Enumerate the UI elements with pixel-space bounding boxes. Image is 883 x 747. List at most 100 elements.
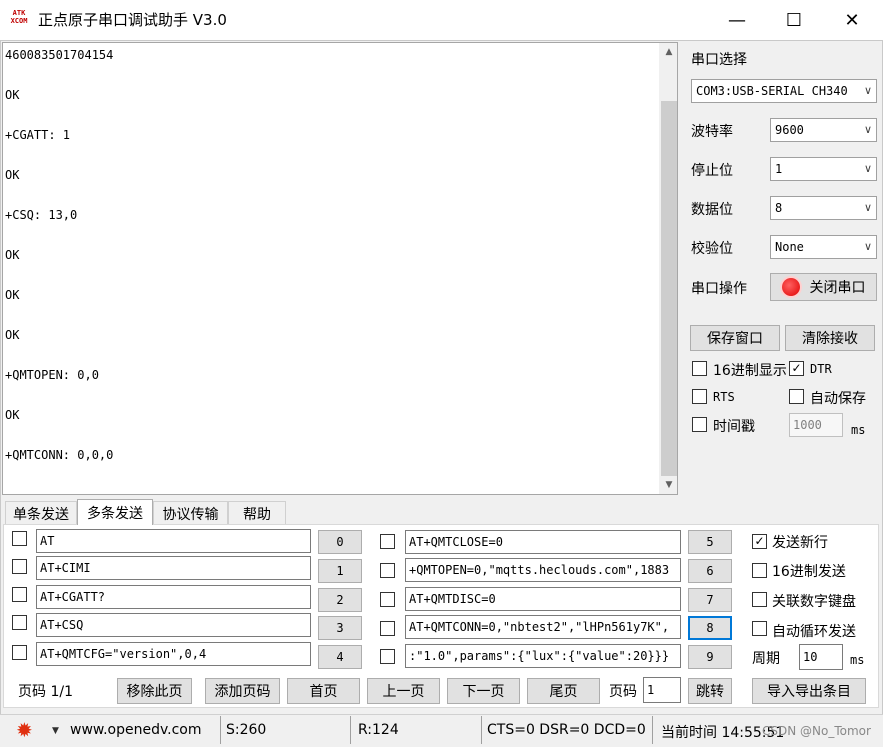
parity-value: None [775, 240, 804, 254]
command-input-7[interactable]: AT+QMTDISC=0 [405, 587, 681, 611]
send-button-8[interactable]: 8 [688, 616, 732, 640]
timestamp-unit: ms [851, 423, 866, 437]
send-row-checkbox-5[interactable] [380, 534, 395, 549]
send-button-7[interactable]: 7 [688, 588, 732, 612]
stop-bits-value: 1 [775, 162, 783, 176]
scroll-down-icon[interactable]: ▼ [659, 476, 677, 494]
scroll-up-icon[interactable]: ▲ [659, 43, 677, 61]
prev-page-button[interactable]: 上一页 [367, 678, 440, 704]
send-row-checkbox-6[interactable] [380, 563, 395, 578]
hex-display-label: 16进制显示 [713, 363, 787, 379]
tab-multi-send[interactable]: 多条发送 [77, 499, 153, 525]
receive-textarea[interactable]: 460083501704154 OK +CGATT: 1 OK +CSQ: 13… [2, 42, 678, 495]
command-input-6[interactable]: +QMTOPEN=0,"mqtts.heclouds.com",1883 [405, 558, 681, 582]
send-button-6[interactable]: 6 [688, 559, 732, 583]
port-select-value: COM3:USB-SERIAL CH340 [696, 84, 848, 98]
status-divider [481, 716, 482, 744]
baud-value: 9600 [775, 123, 804, 137]
data-bits-select[interactable]: 8 ∨ [770, 196, 877, 220]
status-divider [652, 716, 653, 744]
dtr-checkbox[interactable] [789, 361, 804, 376]
command-input-9[interactable]: :"1.0",params":{"lux":{"value":20}}} [405, 644, 681, 668]
baud-select[interactable]: 9600 ∨ [770, 118, 877, 142]
command-input-4[interactable]: AT+QMTCFG="version",0,4 [36, 642, 311, 666]
next-page-button[interactable]: 下一页 [447, 678, 520, 704]
command-input-0[interactable]: AT [36, 529, 311, 553]
add-page-button[interactable]: 添加页码 [205, 678, 280, 704]
minimize-button[interactable]: — [708, 0, 766, 40]
link-keypad-label: 关联数字键盘 [772, 594, 856, 610]
scroll-thumb[interactable] [661, 101, 677, 476]
send-button-5[interactable]: 5 [688, 530, 732, 554]
send-button-9[interactable]: 9 [688, 645, 732, 669]
send-button-1[interactable]: 1 [318, 559, 362, 583]
rts-checkbox[interactable] [692, 389, 707, 404]
watermark: CSDN @No_Tomor [762, 724, 871, 738]
caret-down-icon[interactable]: ▼ [52, 726, 59, 736]
close-port-button[interactable]: 关闭串口 [770, 273, 877, 301]
auto-save-checkbox[interactable] [789, 389, 804, 404]
line-status: CTS=0 DSR=0 DCD=0 [487, 722, 646, 738]
send-button-2[interactable]: 2 [318, 588, 362, 612]
auto-loop-checkbox[interactable] [752, 621, 767, 636]
port-select[interactable]: COM3:USB-SERIAL CH340 ∨ [691, 79, 877, 103]
timestamp-checkbox[interactable] [692, 417, 707, 432]
port-select-label: 串口选择 [691, 52, 747, 68]
clear-receive-button[interactable]: 清除接收 [785, 325, 875, 351]
last-page-button[interactable]: 尾页 [527, 678, 600, 704]
send-row-checkbox-1[interactable] [12, 559, 27, 574]
rts-label: RTS [713, 390, 735, 404]
maximize-button[interactable]: ☐ [765, 0, 823, 40]
command-input-8[interactable]: AT+QMTCONN=0,"nbtest2","lHPn561y7K", [405, 615, 681, 639]
command-input-1[interactable]: AT+CIMI [36, 556, 311, 580]
baud-label: 波特率 [691, 124, 733, 140]
stop-bits-select[interactable]: 1 ∨ [770, 157, 877, 181]
tab-protocol[interactable]: 协议传输 [153, 501, 228, 525]
tab-help[interactable]: 帮助 [228, 501, 286, 525]
status-divider [350, 716, 351, 744]
goto-page-input[interactable]: 1 [643, 677, 681, 703]
timestamp-input[interactable]: 1000 [789, 413, 843, 437]
app-logo-icon: ATK XCOM [10, 9, 28, 25]
send-row-checkbox-7[interactable] [380, 592, 395, 607]
hex-send-label: 16进制发送 [772, 564, 846, 580]
first-page-button[interactable]: 首页 [287, 678, 360, 704]
send-row-checkbox-9[interactable] [380, 649, 395, 664]
send-row-checkbox-8[interactable] [380, 621, 395, 636]
link-keypad-checkbox[interactable] [752, 592, 767, 607]
close-button[interactable]: ✕ [823, 0, 881, 40]
timestamp-label: 时间戳 [713, 419, 755, 435]
period-input[interactable]: 10 [799, 644, 843, 670]
website-link[interactable]: www.openedv.com [70, 722, 202, 738]
remove-page-button[interactable]: 移除此页 [117, 678, 192, 704]
send-button-4[interactable]: 4 [318, 645, 362, 669]
chevron-down-icon: ∨ [863, 240, 872, 253]
import-export-button[interactable]: 导入导出条目 [752, 678, 866, 704]
jump-button[interactable]: 跳转 [688, 678, 732, 704]
send-button-3[interactable]: 3 [318, 616, 362, 640]
command-input-5[interactable]: AT+QMTCLOSE=0 [405, 530, 681, 554]
command-input-2[interactable]: AT+CGATT? [36, 585, 311, 609]
hex-send-checkbox[interactable] [752, 563, 767, 578]
chevron-down-icon: ∨ [863, 84, 872, 97]
send-row-checkbox-3[interactable] [12, 615, 27, 630]
gear-icon[interactable]: ✹ [16, 720, 33, 740]
status-divider [220, 716, 221, 744]
data-bits-value: 8 [775, 201, 783, 215]
period-unit: ms [850, 653, 865, 667]
goto-page-label: 页码 [609, 684, 637, 700]
send-row-checkbox-2[interactable] [12, 587, 27, 602]
parity-select[interactable]: None ∨ [770, 235, 877, 259]
tab-single-send[interactable]: 单条发送 [5, 501, 77, 525]
command-input-3[interactable]: AT+CSQ [36, 613, 311, 637]
save-window-button[interactable]: 保存窗口 [690, 325, 780, 351]
parity-label: 校验位 [691, 241, 733, 257]
auto-save-label: 自动保存 [810, 391, 866, 407]
send-row-checkbox-4[interactable] [12, 645, 27, 660]
send-row-checkbox-0[interactable] [12, 531, 27, 546]
hex-display-checkbox[interactable] [692, 361, 707, 376]
send-newline-checkbox[interactable] [752, 534, 767, 549]
receive-scrollbar[interactable]: ▲ ▼ [659, 43, 677, 494]
received-count: R:124 [358, 722, 399, 738]
send-button-0[interactable]: 0 [318, 530, 362, 554]
